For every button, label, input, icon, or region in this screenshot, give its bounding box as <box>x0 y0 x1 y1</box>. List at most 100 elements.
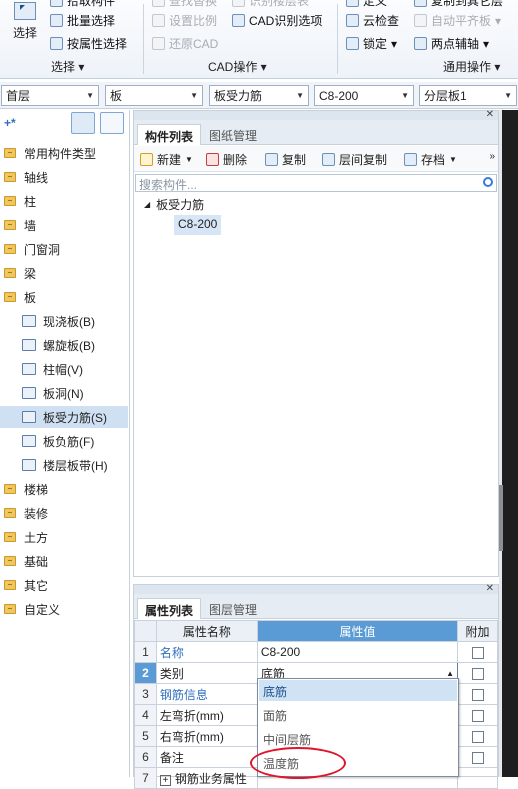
property-row[interactable]: 1 名称 C8-200 <box>134 641 498 663</box>
tree-folder-5[interactable]: 梁 <box>0 262 128 284</box>
component-icon <box>22 363 36 375</box>
property-name-cell: 钢筋信息 <box>155 683 258 705</box>
group-select-label[interactable]: 选择 ▾ <box>51 58 84 75</box>
close-icon[interactable]: ✕ <box>486 583 494 594</box>
find-replace-button[interactable]: 查找替换 <box>152 0 217 9</box>
more-icon[interactable]: » <box>489 151 495 162</box>
component-tree-item[interactable]: C8-200 <box>174 215 222 235</box>
extra-checkbox[interactable] <box>471 709 484 722</box>
grid-view-icon[interactable] <box>100 112 124 134</box>
tab-property-list[interactable]: 属性列表 <box>137 598 202 619</box>
lock-button[interactable]: 锁定 ▾ <box>346 35 397 52</box>
category-option[interactable]: 中间层筋 <box>259 728 457 749</box>
extra-cell[interactable] <box>457 704 498 726</box>
two-point-axis-button[interactable]: 两点辅轴 ▾ <box>414 35 489 52</box>
batch-select-button[interactable]: 批量选择 <box>50 12 115 29</box>
cloud-check-label: 云检查 <box>363 14 400 28</box>
delete-label: 删除 <box>223 153 248 167</box>
cloud-check-button[interactable]: 云检查 <box>346 12 399 29</box>
component-search-input[interactable]: 搜索构件... <box>135 174 497 192</box>
auto-align-slab-button[interactable]: 自动平齐板 ▾ <box>414 12 501 29</box>
floor-copy-button[interactable]: 层间复制 <box>322 151 387 168</box>
tree-folder-14[interactable]: 楼梯 <box>0 478 128 500</box>
pick-component-button[interactable]: 拾取构件 <box>50 0 115 9</box>
tab-drawing-management[interactable]: 图纸管理 <box>202 124 264 145</box>
extra-cell[interactable] <box>457 725 498 747</box>
tree-folder-3[interactable]: 墙 <box>0 214 128 236</box>
tree-folder-6[interactable]: 板 <box>0 286 128 308</box>
collapse-triangle-icon[interactable]: ◢ <box>144 200 150 209</box>
panel-header: ✕ <box>134 109 498 120</box>
extra-cell[interactable] <box>457 683 498 705</box>
tree-item-13[interactable]: 楼层板带(H) <box>0 454 128 476</box>
ribbon-separator <box>143 4 144 74</box>
component-icon <box>22 411 36 423</box>
extra-cell[interactable] <box>457 641 498 663</box>
ribbon-separator <box>337 4 338 74</box>
chevron-down-icon: ▼ <box>185 155 193 164</box>
tree-folder-19[interactable]: 自定义 <box>0 598 128 620</box>
extra-cell[interactable] <box>457 767 498 789</box>
define-button[interactable]: 定义 <box>346 0 387 9</box>
select-big-button[interactable]: 选择 <box>8 2 42 44</box>
category-select[interactable]: 板 ▼ <box>105 85 203 106</box>
restore-cad-button[interactable]: 还原CAD <box>152 35 218 52</box>
copy-button[interactable]: 复制 <box>265 151 306 168</box>
extra-checkbox[interactable] <box>471 730 484 743</box>
tree-item-label: 其它 <box>24 578 49 593</box>
expand-plus-icon[interactable]: + <box>159 774 171 786</box>
extra-checkbox[interactable] <box>471 751 484 764</box>
tree-item-11[interactable]: 板受力筋(S) <box>0 406 128 428</box>
tree-folder-2[interactable]: 柱 <box>0 190 128 212</box>
attribute-select-button[interactable]: 按属性选择 <box>50 35 127 52</box>
extra-checkbox[interactable] <box>471 688 484 701</box>
pin-icon[interactable]: +* <box>4 116 16 130</box>
new-button[interactable]: 新建 ▼ <box>140 151 193 168</box>
tree-item-9[interactable]: 柱帽(V) <box>0 358 128 380</box>
drawing-canvas-edge[interactable] <box>499 110 518 777</box>
extra-checkbox[interactable] <box>471 646 484 659</box>
tree-item-10[interactable]: 板洞(N) <box>0 382 128 404</box>
close-icon[interactable]: ✕ <box>486 109 494 120</box>
delete-button[interactable]: 删除 <box>206 151 247 168</box>
tab-layer-management[interactable]: 图层管理 <box>202 598 264 619</box>
list-view-icon[interactable] <box>71 112 95 134</box>
define-label: 定义 <box>363 0 388 8</box>
extra-checkbox[interactable] <box>471 667 484 680</box>
splitter-handle[interactable] <box>499 485 503 551</box>
auto-align-slab-label: 自动平齐板 <box>431 14 492 28</box>
category-option[interactable]: 面筋 <box>259 704 457 725</box>
property-value-cell[interactable]: C8-200 <box>256 641 459 663</box>
tree-item-8[interactable]: 螺旋板(B) <box>0 334 128 356</box>
tree-folder-1[interactable]: 轴线 <box>0 166 128 188</box>
save-button[interactable]: 存档 ▼ <box>404 151 457 168</box>
group-cad-label[interactable]: CAD操作 ▾ <box>208 58 267 75</box>
floor-select[interactable]: 首层 ▼ <box>1 85 99 106</box>
set-scale-label: 设置比例 <box>169 14 218 28</box>
category-option[interactable]: 底筋 <box>259 680 457 701</box>
component-type-select[interactable]: 板受力筋 ▼ <box>209 85 309 106</box>
copy-to-other-floors-button[interactable]: 复制到其它层 <box>414 0 503 9</box>
tree-folder-4[interactable]: 门窗洞 <box>0 238 128 260</box>
component-tree-root[interactable]: ◢ 板受力筋 <box>144 196 204 213</box>
tree-folder-16[interactable]: 土方 <box>0 526 128 548</box>
identify-floor-table-button[interactable]: 识别楼层表 <box>232 0 309 9</box>
tree-item-7[interactable]: 现浇板(B) <box>0 310 128 332</box>
tab-component-list[interactable]: 构件列表 <box>137 124 202 145</box>
folder-icon <box>4 196 16 206</box>
extra-cell[interactable] <box>457 746 498 768</box>
tree-item-12[interactable]: 板负筋(F) <box>0 430 128 452</box>
tree-folder-18[interactable]: 其它 <box>0 574 128 596</box>
chevron-down-icon: ▼ <box>504 91 512 100</box>
layer-slab-select[interactable]: 分层板1 ▼ <box>419 85 517 106</box>
cad-identify-options-button[interactable]: CAD识别选项 <box>232 12 322 29</box>
tree-folder-15[interactable]: 装修 <box>0 502 128 524</box>
tree-folder-17[interactable]: 基础 <box>0 550 128 572</box>
dropdown-arrow-icon[interactable]: ▲ <box>446 669 454 678</box>
tree-folder-0[interactable]: 常用构件类型 <box>0 142 128 164</box>
component-select[interactable]: C8-200 ▼ <box>314 85 414 106</box>
group-general-label[interactable]: 通用操作 ▾ <box>443 58 500 75</box>
extra-cell[interactable] <box>457 662 498 684</box>
copy-floors-icon <box>414 0 427 7</box>
set-scale-button[interactable]: 设置比例 <box>152 12 217 29</box>
